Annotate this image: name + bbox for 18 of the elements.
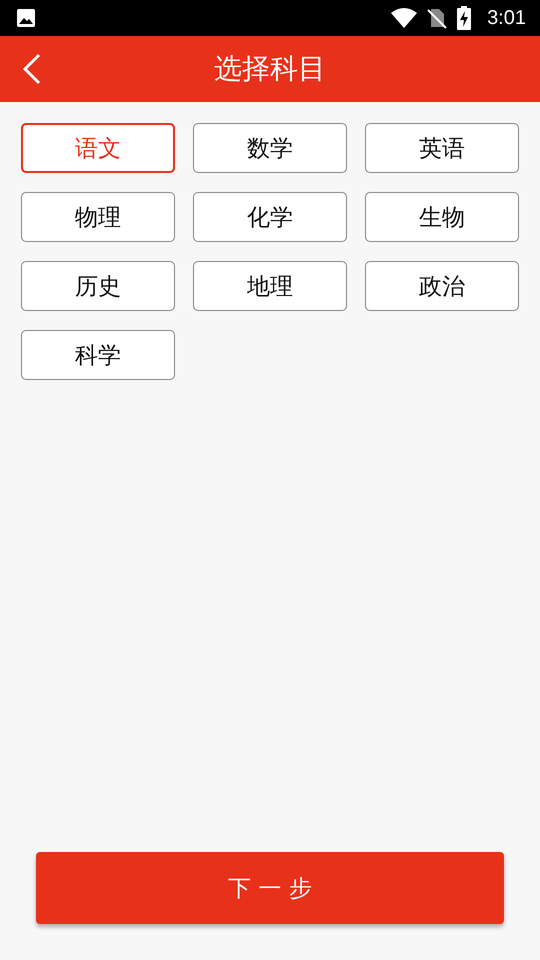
wifi-icon <box>391 8 418 28</box>
subject-option[interactable]: 数学 <box>193 123 347 173</box>
subject-option[interactable]: 地理 <box>193 261 347 311</box>
status-time: 3:01 <box>487 6 526 30</box>
back-icon[interactable] <box>22 53 42 85</box>
subject-option[interactable]: 生物 <box>365 192 519 242</box>
subject-option[interactable]: 物理 <box>21 192 175 242</box>
image-icon <box>16 8 36 28</box>
subject-option[interactable]: 英语 <box>365 123 519 173</box>
subject-option[interactable]: 历史 <box>21 261 175 311</box>
page-title: 选择科目 <box>214 51 326 87</box>
subject-option[interactable]: 科学 <box>21 330 175 380</box>
subject-option[interactable]: 化学 <box>193 192 347 242</box>
subject-option[interactable]: 政治 <box>365 261 519 311</box>
battery-charging-icon <box>457 6 472 30</box>
subject-option[interactable]: 语文 <box>21 123 175 173</box>
next-button[interactable]: 下 一 步 <box>36 852 504 924</box>
no-sim-icon <box>427 7 448 29</box>
